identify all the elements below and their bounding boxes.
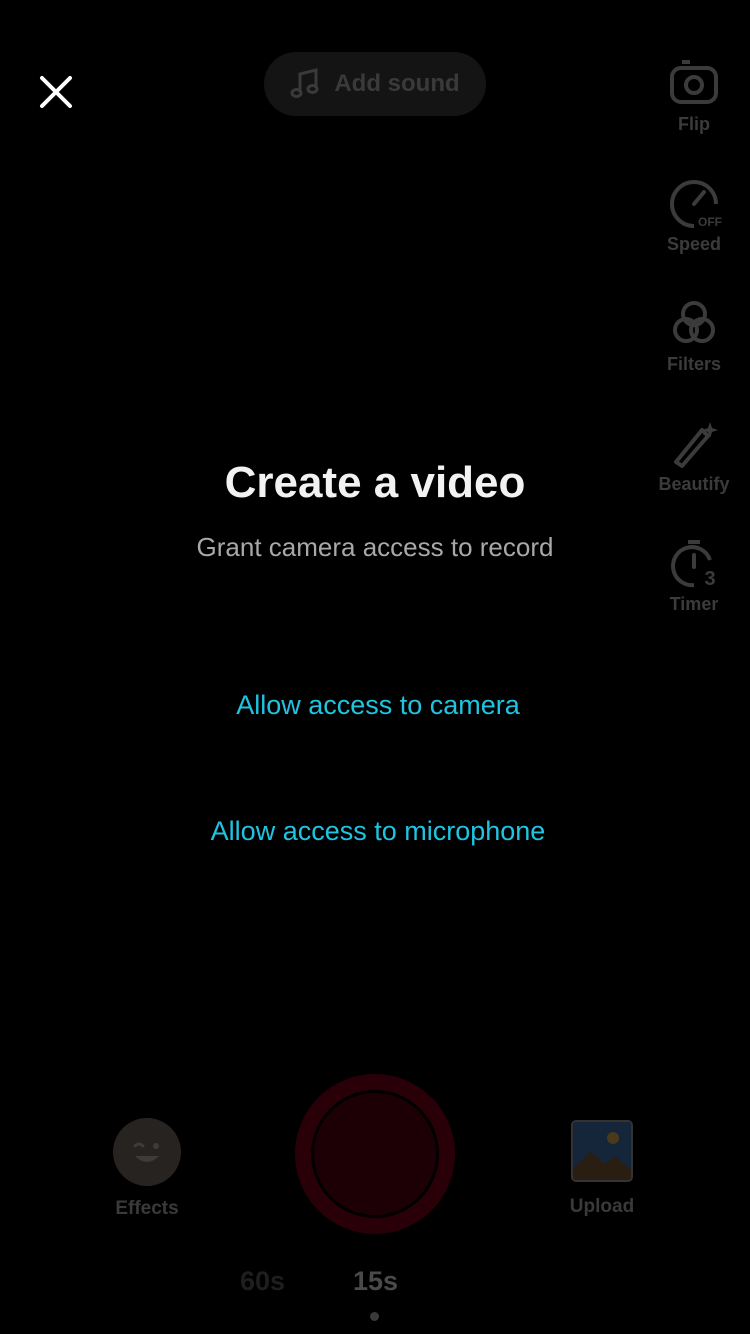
allow-camera-link[interactable]: Allow access to camera <box>0 690 750 721</box>
duration-15s[interactable]: 15s <box>353 1266 398 1297</box>
timer-label: Timer <box>669 594 719 614</box>
speed-button[interactable]: OFF Speed <box>638 178 750 255</box>
add-sound-button[interactable]: Add sound <box>264 52 486 116</box>
music-note-icon <box>290 68 319 98</box>
effects-label: Effects <box>115 1198 179 1219</box>
speed-label: Speed <box>666 234 722 254</box>
page-subtitle: Grant camera access to record <box>196 532 554 562</box>
flip-label: Flip <box>678 114 710 134</box>
close-button[interactable] <box>30 66 82 122</box>
selected-duration-indicator <box>370 1312 379 1321</box>
upload-button[interactable]: Upload <box>555 1120 649 1218</box>
add-sound-label: Add sound <box>334 70 460 97</box>
speed-badge: OFF <box>698 215 722 229</box>
speed-icon: OFF <box>670 180 722 229</box>
filters-button[interactable]: Filters <box>638 298 750 375</box>
timer-badge: 3 <box>704 568 715 590</box>
flip-camera-icon <box>670 60 718 104</box>
upload-label: Upload <box>569 1196 635 1217</box>
filters-icon <box>673 301 715 343</box>
effects-button[interactable]: Effects <box>100 1118 194 1220</box>
close-icon <box>40 76 72 108</box>
allow-microphone-link[interactable]: Allow access to microphone <box>0 816 750 847</box>
record-button-inner <box>311 1090 439 1218</box>
filters-label: Filters <box>666 354 722 374</box>
duration-60s[interactable]: 60s <box>240 1266 285 1297</box>
image-thumbnail-icon <box>571 1120 633 1182</box>
winking-face-icon <box>113 1118 181 1186</box>
flip-button[interactable]: Flip <box>638 58 750 135</box>
page-title: Create a video <box>224 458 526 507</box>
